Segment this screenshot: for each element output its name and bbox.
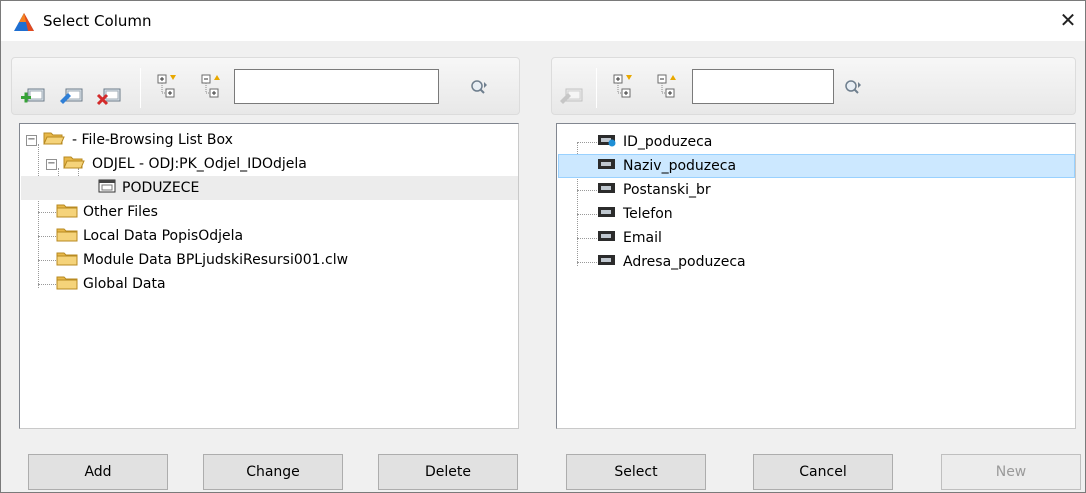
tree-line bbox=[38, 212, 56, 213]
change-button[interactable]: Change bbox=[203, 454, 343, 490]
folder-icon bbox=[56, 226, 78, 246]
column-item-label: Postanski_br bbox=[623, 182, 711, 198]
tree-line bbox=[38, 260, 56, 261]
column-item-label: ID_poduzeca bbox=[623, 134, 713, 150]
new-button: New bbox=[941, 454, 1081, 490]
file-tree[interactable]: − - File-Browsing List Box − ODJEL - ODJ… bbox=[19, 123, 519, 429]
field-icon bbox=[597, 181, 617, 199]
edit-item-disabled-icon bbox=[556, 84, 586, 108]
folder-icon bbox=[56, 250, 78, 270]
tree-item-label: Global Data bbox=[83, 276, 166, 292]
folder-icon bbox=[56, 274, 78, 294]
tree-line bbox=[38, 284, 56, 285]
title-bar: Select Column ✕ bbox=[1, 1, 1085, 41]
column-item-label: Naziv_poduzeca bbox=[623, 158, 737, 174]
find-next-icon[interactable] bbox=[842, 77, 864, 99]
tree-item-label: Module Data BPLjudskiResursi001.clw bbox=[83, 252, 349, 268]
tree-selection-highlight bbox=[21, 176, 518, 200]
open-folder-icon bbox=[63, 154, 85, 174]
open-folder-icon bbox=[43, 130, 65, 150]
close-button[interactable]: ✕ bbox=[1055, 7, 1081, 33]
tree-line bbox=[38, 236, 56, 237]
cancel-button[interactable]: Cancel bbox=[753, 454, 893, 490]
column-list[interactable]: ID_poduzeca Naziv_poduzeca Postanski_br … bbox=[556, 123, 1076, 429]
select-button[interactable]: Select bbox=[566, 454, 706, 490]
field-icon bbox=[597, 157, 617, 175]
column-item-label: Telefon bbox=[623, 206, 673, 222]
delete-button[interactable]: Delete bbox=[378, 454, 518, 490]
key-field-icon bbox=[597, 133, 617, 151]
column-item-postanski-br[interactable]: Postanski_br bbox=[597, 178, 714, 202]
select-column-dialog: Select Column ✕ − - File-Browsing List B… bbox=[0, 0, 1086, 493]
find-next-icon[interactable] bbox=[468, 77, 490, 99]
tree-item-label: Other Files bbox=[83, 204, 158, 220]
app-logo-icon bbox=[14, 13, 34, 31]
right-search-input[interactable] bbox=[692, 69, 834, 104]
tree-item-file-browsing-list-box[interactable]: − - File-Browsing List Box bbox=[26, 128, 236, 152]
column-item-label: Email bbox=[623, 230, 662, 246]
column-item-email[interactable]: Email bbox=[597, 226, 665, 250]
field-icon bbox=[597, 229, 617, 247]
right-toolbar bbox=[551, 57, 1076, 115]
tree-item-label: ODJEL - ODJ:PK_Odjel_IDOdjela bbox=[92, 156, 307, 172]
tree-item-label: - File-Browsing List Box bbox=[72, 132, 233, 148]
left-toolbar bbox=[11, 57, 520, 115]
tree-item-module-data[interactable]: Module Data BPLjudskiResursi001.clw bbox=[56, 248, 351, 272]
collapse-icon[interactable]: − bbox=[46, 158, 57, 170]
tree-item-label: PODUZECE bbox=[122, 180, 200, 196]
toolbar-separator bbox=[596, 68, 597, 108]
tree-item-poduzece[interactable]: PODUZECE bbox=[98, 176, 202, 200]
edit-item-icon[interactable] bbox=[56, 84, 86, 108]
tree-item-local-data[interactable]: Local Data PopisOdjela bbox=[56, 224, 246, 248]
add-item-icon[interactable] bbox=[18, 84, 48, 108]
tree-line bbox=[577, 214, 597, 215]
tree-item-other-files[interactable]: Other Files bbox=[56, 200, 161, 224]
tree-line bbox=[577, 238, 597, 239]
tree-line bbox=[577, 142, 597, 143]
column-item-label: Adresa_poduzeca bbox=[623, 254, 746, 270]
expand-all-icon[interactable] bbox=[152, 68, 182, 104]
column-item-adresa-poduzeca[interactable]: Adresa_poduzeca bbox=[597, 250, 749, 274]
tree-line bbox=[577, 262, 597, 263]
collapse-all-icon[interactable] bbox=[652, 68, 682, 104]
collapse-icon[interactable]: − bbox=[26, 134, 37, 146]
folder-icon bbox=[56, 202, 78, 222]
delete-item-icon[interactable] bbox=[94, 84, 124, 108]
column-item-naziv-poduzeca[interactable]: Naziv_poduzeca bbox=[597, 154, 739, 178]
field-icon bbox=[597, 253, 617, 271]
tree-line bbox=[38, 144, 39, 288]
column-item-telefon[interactable]: Telefon bbox=[597, 202, 676, 226]
tree-item-label: Local Data PopisOdjela bbox=[83, 228, 244, 244]
collapse-all-icon[interactable] bbox=[196, 68, 226, 104]
tree-line bbox=[577, 190, 597, 191]
toolbar-separator bbox=[140, 68, 141, 108]
tree-item-odjel[interactable]: − ODJEL - ODJ:PK_Odjel_IDOdjela bbox=[46, 152, 310, 176]
left-search-input[interactable] bbox=[234, 69, 439, 104]
expand-all-icon[interactable] bbox=[608, 68, 638, 104]
field-icon bbox=[597, 205, 617, 223]
column-item-id-poduzeca[interactable]: ID_poduzeca bbox=[597, 130, 715, 154]
tree-item-global-data[interactable]: Global Data bbox=[56, 272, 169, 296]
add-button[interactable]: Add bbox=[28, 454, 168, 490]
window-title: Select Column bbox=[43, 12, 152, 30]
table-icon bbox=[98, 179, 116, 197]
